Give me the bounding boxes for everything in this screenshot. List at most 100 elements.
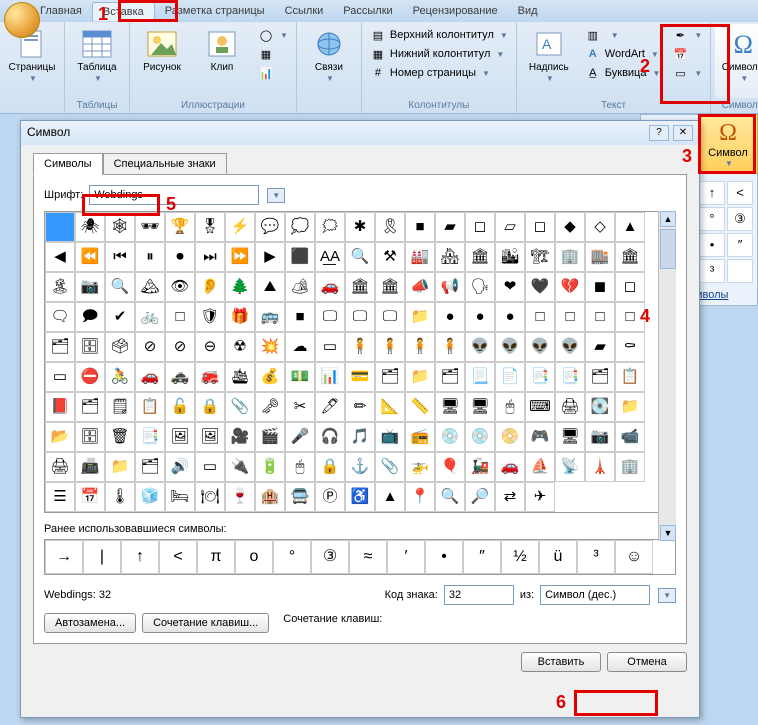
char-cell[interactable]: 🎵 xyxy=(345,422,375,452)
code-input[interactable] xyxy=(444,585,514,605)
char-cell[interactable]: 📂 xyxy=(45,422,75,452)
char-cell[interactable]: 🔋 xyxy=(255,452,285,482)
from-dropdown-icon[interactable]: ▼ xyxy=(658,588,676,603)
char-cell[interactable]: 👽 xyxy=(525,332,555,362)
office-button[interactable] xyxy=(4,2,40,38)
char-cell[interactable]: □ xyxy=(555,302,585,332)
char-cell[interactable]: 📐 xyxy=(375,392,405,422)
char-cell[interactable]: 💔 xyxy=(555,272,585,302)
char-cell[interactable]: 🔍 xyxy=(105,272,135,302)
char-cell[interactable]: 🗂 xyxy=(585,362,615,392)
char-cell[interactable]: ◀ xyxy=(45,242,75,272)
char-cell[interactable]: ▭ xyxy=(195,452,225,482)
autocorrect-button[interactable]: Автозамена... xyxy=(44,613,136,633)
char-cell[interactable]: 💵 xyxy=(285,362,315,392)
symbol-cell[interactable]: ³ xyxy=(699,259,725,283)
char-cell[interactable]: 🚓 xyxy=(165,362,195,392)
char-cell[interactable]: 🖱 xyxy=(285,452,315,482)
tab-view[interactable]: Вид xyxy=(508,2,548,20)
char-cell[interactable]: 📢 xyxy=(435,272,465,302)
char-cell[interactable]: 📊 xyxy=(315,362,345,392)
char-cell[interactable]: 👽 xyxy=(465,332,495,362)
char-cell[interactable]: 🚁 xyxy=(405,452,435,482)
char-cell[interactable]: 📷 xyxy=(75,272,105,302)
char-cell[interactable]: 🎤 xyxy=(285,422,315,452)
char-cell[interactable]: ⊘ xyxy=(165,332,195,362)
recent-cell[interactable]: • xyxy=(425,540,463,574)
char-cell[interactable]: 📅 xyxy=(75,482,105,512)
char-cell[interactable]: ◼ xyxy=(585,272,615,302)
dropcap-button[interactable]: A̲Буквица▼ xyxy=(581,64,665,82)
char-cell[interactable]: ▲ xyxy=(615,212,645,242)
char-cell[interactable]: 📋 xyxy=(615,362,645,392)
char-cell[interactable]: 🏛 xyxy=(345,272,375,302)
char-cell[interactable]: 💳 xyxy=(345,362,375,392)
char-cell[interactable]: 🎥 xyxy=(225,422,255,452)
char-cell[interactable]: 🔒 xyxy=(315,452,345,482)
char-cell[interactable]: ◻ xyxy=(465,212,495,242)
char-cell[interactable]: ✔ xyxy=(105,302,135,332)
char-cell[interactable]: 🏘 xyxy=(435,242,465,272)
shapes-button[interactable]: ◯▼ xyxy=(254,26,292,44)
char-cell[interactable]: 🖵 xyxy=(345,302,375,332)
char-cell[interactable]: 🕷 xyxy=(75,212,105,242)
char-cell[interactable]: 🏙 xyxy=(495,242,525,272)
char-cell[interactable]: 🖵 xyxy=(375,302,405,332)
insert-button[interactable]: Вставить xyxy=(521,652,601,672)
char-cell[interactable]: 📁 xyxy=(615,392,645,422)
char-cell[interactable]: 📠 xyxy=(75,452,105,482)
char-cell[interactable]: 🎖 xyxy=(195,212,225,242)
char-cell[interactable]: 🚌 xyxy=(255,302,285,332)
char-cell[interactable]: ■ xyxy=(405,212,435,242)
char-cell[interactable]: 📁 xyxy=(105,452,135,482)
char-cell[interactable]: 🖼 xyxy=(195,422,225,452)
scroll-up-icon[interactable]: ▲ xyxy=(660,211,676,227)
char-cell[interactable]: 🛏 xyxy=(165,482,195,512)
page-number-button[interactable]: #Номер страницы▼ xyxy=(366,64,512,82)
char-cell[interactable]: 🧊 xyxy=(135,482,165,512)
char-cell[interactable]: 📕 xyxy=(45,392,75,422)
recent-cell[interactable]: ↑ xyxy=(121,540,159,574)
shortcut-button[interactable]: Сочетание клавиш... xyxy=(142,613,269,633)
char-cell[interactable]: ▰ xyxy=(435,212,465,242)
char-cell[interactable]: A͟A xyxy=(315,242,345,272)
char-cell[interactable]: 📎 xyxy=(225,392,255,422)
char-cell[interactable]: ✱ xyxy=(345,212,375,242)
char-cell[interactable]: 🗑 xyxy=(105,422,135,452)
char-cell[interactable]: 🔓 xyxy=(165,392,195,422)
recent-cell[interactable]: → xyxy=(45,540,83,574)
char-cell[interactable]: □ xyxy=(165,302,195,332)
char-cell[interactable]: 🖥 xyxy=(465,392,495,422)
char-cell[interactable]: 🗯 xyxy=(315,212,345,242)
char-cell[interactable]: 🗣 xyxy=(465,272,495,302)
char-cell[interactable]: ◇ xyxy=(585,212,615,242)
symbol-cell[interactable]: < xyxy=(727,181,753,205)
char-cell[interactable]: ⛔ xyxy=(75,362,105,392)
char-cell[interactable]: ☢ xyxy=(225,332,255,362)
char-cell[interactable]: ● xyxy=(435,302,465,332)
char-cell[interactable]: 🚗 xyxy=(135,362,165,392)
char-cell[interactable]: 📄 xyxy=(495,362,525,392)
char-cell[interactable]: ✏ xyxy=(345,392,375,422)
char-cell[interactable]: 🖵 xyxy=(315,302,345,332)
char-cell[interactable]: 📺 xyxy=(375,422,405,452)
char-cell[interactable]: 🗂 xyxy=(45,332,75,362)
tab-references[interactable]: Ссылки xyxy=(275,2,334,20)
char-cell[interactable]: 📁 xyxy=(405,302,435,332)
char-cell[interactable]: 💭 xyxy=(285,212,315,242)
char-cell[interactable]: ☰ xyxy=(45,482,75,512)
char-cell[interactable]: 🔒 xyxy=(195,392,225,422)
recent-cell[interactable]: ③ xyxy=(311,540,349,574)
char-cell[interactable]: 🍷 xyxy=(225,482,255,512)
symbol-cell[interactable]: ↑ xyxy=(699,181,725,205)
char-cell[interactable]: 🏕 xyxy=(285,272,315,302)
char-cell[interactable]: 🖤 xyxy=(525,272,555,302)
char-cell[interactable]: 🏝 xyxy=(45,272,75,302)
char-cell[interactable]: 📍 xyxy=(405,482,435,512)
datetime-button[interactable]: 📅 xyxy=(668,45,706,63)
char-cell[interactable]: 🚴 xyxy=(105,362,135,392)
char-cell[interactable]: 🚍 xyxy=(285,482,315,512)
char-cell[interactable]: 🏛 xyxy=(615,242,645,272)
char-cell[interactable]: 👁 xyxy=(165,272,195,302)
char-cell[interactable]: 🔍 xyxy=(435,482,465,512)
